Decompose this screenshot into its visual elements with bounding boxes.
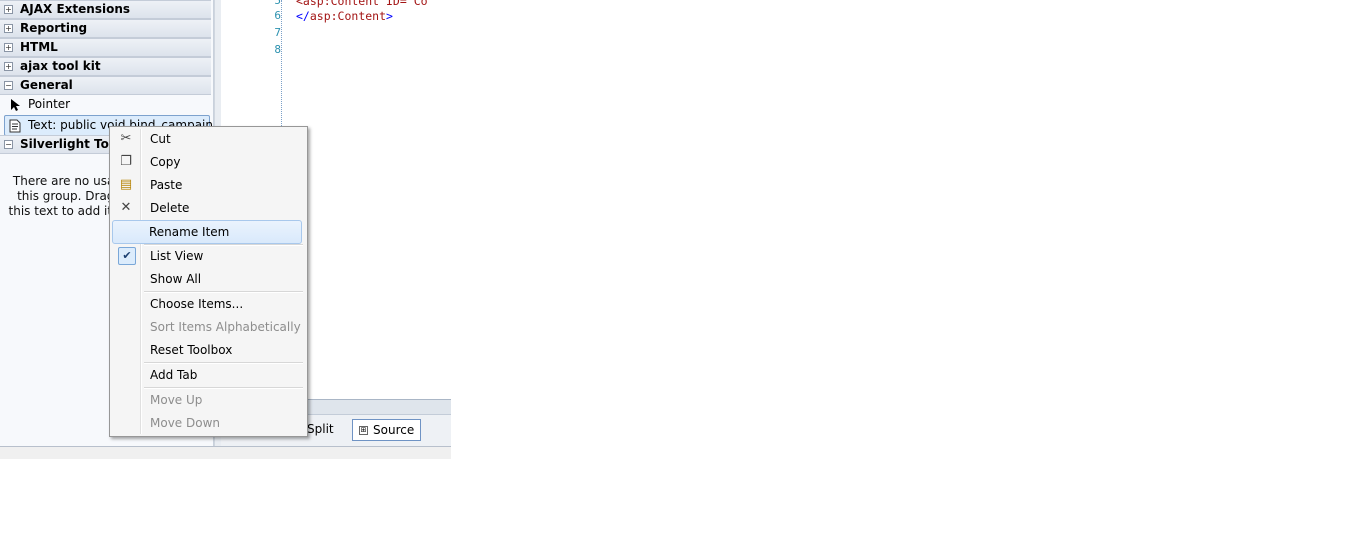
collapse-minus-icon[interactable]: − [4,140,13,149]
scissors-icon: ✂ [120,131,132,146]
source-view-icon: ⊞ [359,426,368,435]
menu-item-delete[interactable]: ✕ Delete [113,197,303,219]
menu-item-label: Add Tab [150,368,198,382]
source-view-button[interactable]: ⊞ Source [352,419,422,441]
menu-item-label: Cut [150,132,171,146]
code-line: </asp:Content> [296,9,393,23]
menu-item-reset-toolbox[interactable]: Reset Toolbox [113,339,303,361]
menu-item-label: Move Down [150,416,220,430]
menu-item-add-tab[interactable]: Add Tab [113,364,303,386]
menu-item-label: Show All [150,272,202,286]
pointer-icon [11,99,20,111]
menu-item-label: Rename Item [149,225,230,239]
menu-item-move-down[interactable]: Move Down [113,412,303,434]
expand-plus-icon[interactable]: + [4,62,13,71]
line-number: 7 [274,26,281,39]
line-number: 8 [274,43,281,56]
toolbox-group-html[interactable]: + HTML [0,38,211,57]
text-document-icon [9,119,21,133]
expand-plus-icon[interactable]: + [4,5,13,14]
line-number: 6 [274,9,281,22]
line-number: 5 [274,0,281,7]
menu-item-label: Choose Items... [150,297,244,311]
menu-item-paste[interactable]: ▤ Paste [113,174,303,196]
group-label: AJAX Extensions [20,2,131,16]
menu-item-label: Copy [150,155,181,169]
group-label: Reporting [20,21,88,35]
expand-plus-icon[interactable]: + [4,43,13,52]
menu-item-label: Delete [150,201,190,215]
expand-plus-icon[interactable]: + [4,24,13,33]
toolbox-group-reporting[interactable]: + Reporting [0,19,211,38]
delete-x-icon: ✕ [120,200,132,215]
toolbox-item-label: Pointer [28,97,71,111]
group-label: General [20,78,73,92]
toolbox-group-ajax-extensions[interactable]: + AJAX Extensions [0,0,211,19]
code-line: <asp:Content ID="Co [296,0,428,8]
menu-item-copy[interactable]: ❐ Copy [113,151,303,173]
menu-item-label: Move Up [150,393,203,407]
copy-icon: ❐ [120,154,132,169]
toolbox-group-general[interactable]: − General [0,76,211,95]
source-view-label: Source [373,423,415,437]
collapse-minus-icon[interactable]: − [4,81,13,90]
menu-item-cut[interactable]: ✂ Cut [113,128,303,150]
group-label: HTML [20,40,58,54]
menu-item-label: Sort Items Alphabetically [150,320,301,334]
toolbox-item-pointer[interactable]: Pointer [0,95,211,114]
menu-item-label: List View [150,249,204,263]
checkmark-icon: ✔ [118,247,136,265]
status-strip [0,447,451,459]
menu-item-label: Paste [150,178,183,192]
menu-item-show-all[interactable]: Show All [113,268,303,290]
menu-item-rename-item[interactable]: Rename Item [112,220,302,244]
context-menu: ✂ Cut ❐ Copy ▤ Paste ✕ Delete Rename Ite… [109,126,308,437]
menu-item-label: Reset Toolbox [150,343,233,357]
toolbox-group-ajax-tool-kit[interactable]: + ajax tool kit [0,57,211,76]
menu-item-sort-alphabetically[interactable]: Sort Items Alphabetically [113,316,303,338]
group-label: ajax tool kit [20,59,101,73]
menu-item-list-view[interactable]: ✔ List View [113,245,303,267]
menu-item-choose-items[interactable]: Choose Items... [113,293,303,315]
paste-icon: ▤ [119,177,133,192]
menu-item-move-up[interactable]: Move Up [113,389,303,411]
split-view-label: Split [307,422,334,436]
